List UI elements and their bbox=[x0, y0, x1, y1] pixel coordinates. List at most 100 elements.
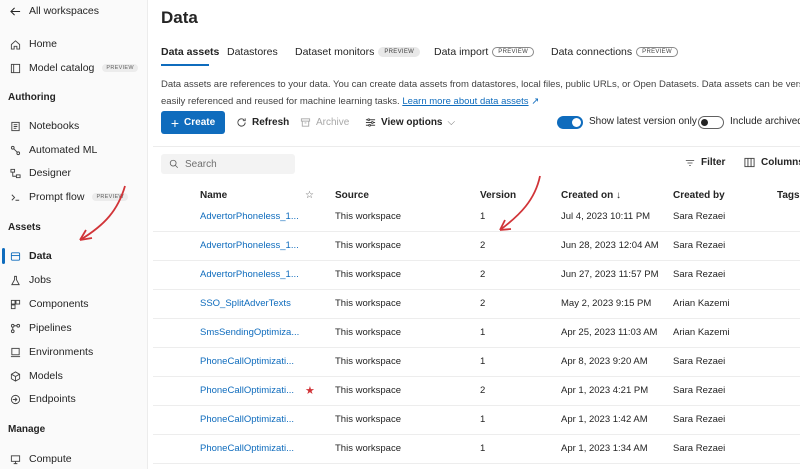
preview-badge: PREVIEW bbox=[636, 47, 678, 57]
sidebar-item-label: Endpoints bbox=[29, 393, 76, 405]
tab-data-assets[interactable]: Data assets bbox=[161, 46, 219, 58]
created-on-cell: May 2, 2023 9:15 PM bbox=[561, 298, 652, 309]
source-cell: This workspace bbox=[335, 356, 401, 367]
sidebar-item-label: Compute bbox=[29, 453, 72, 465]
version-cell: 2 bbox=[480, 240, 486, 251]
tab-label: Dataset monitors bbox=[295, 46, 375, 58]
asset-name-link[interactable]: PhoneCallOptimizati... bbox=[200, 406, 294, 434]
tab-dataset-monitors[interactable]: Dataset monitors PREVIEW bbox=[295, 46, 421, 58]
tab-data-import[interactable]: Data import PREVIEW bbox=[434, 46, 535, 58]
sidebar-item-label: Automated ML bbox=[29, 144, 98, 156]
asset-name-link[interactable]: PhoneCallOptimizati... bbox=[200, 348, 294, 376]
view-options-button[interactable]: View options ⌵ bbox=[365, 111, 455, 134]
source-cell: This workspace bbox=[335, 414, 401, 425]
sidebar-item-label: Notebooks bbox=[29, 120, 80, 132]
section-header-manage: Manage bbox=[8, 424, 46, 435]
sidebar-item-components[interactable]: Components bbox=[10, 295, 89, 313]
column-header-tags[interactable]: Tags bbox=[777, 190, 800, 201]
table-row[interactable]: PhoneCallOptimizati... This workspace 1 Apr… bbox=[153, 435, 800, 464]
sidebar-item-models[interactable]: Models bbox=[10, 367, 63, 385]
columns-button[interactable]: Columns bbox=[744, 157, 800, 168]
sidebar-item-label: Data bbox=[29, 250, 52, 262]
created-by-cell: Arian Kazemi bbox=[673, 327, 730, 338]
options-icon bbox=[365, 118, 376, 127]
column-header-created-by[interactable]: Created by bbox=[673, 190, 725, 201]
tab-label: Data import bbox=[434, 46, 489, 58]
catalog-icon bbox=[10, 63, 21, 73]
archive-button[interactable]: Archive bbox=[300, 111, 349, 134]
tab-datastores[interactable]: Datastores bbox=[227, 46, 278, 58]
sidebar-item-label: Environments bbox=[29, 346, 94, 358]
table-row[interactable]: AdvertorPhoneless_1... This workspace 1 Jul… bbox=[153, 203, 800, 232]
sidebar-item-endpoints[interactable]: Endpoints bbox=[10, 390, 76, 408]
favorite-star-icon[interactable]: ★ bbox=[305, 377, 315, 405]
column-header-version[interactable]: Version bbox=[480, 190, 516, 201]
sidebar-item-label: Home bbox=[29, 38, 58, 50]
preview-badge: PREVIEW bbox=[102, 64, 138, 72]
created-on-cell: Apr 1, 2023 1:42 AM bbox=[561, 414, 648, 425]
refresh-icon bbox=[237, 118, 246, 127]
table-row[interactable]: PhoneCallOptimizati... This workspace 1 Apr… bbox=[153, 348, 800, 377]
sidebar-item-label: Designer bbox=[29, 167, 72, 179]
toolbar: + Create Refresh Archive View options ⌵ … bbox=[161, 111, 800, 135]
sidebar-item-label: Model catalog bbox=[29, 62, 95, 74]
table-row[interactable]: PhoneCallOptimizati... This workspace 2 Apr… bbox=[153, 377, 800, 406]
sidebar-item-notebooks[interactable]: Notebooks bbox=[10, 117, 79, 135]
refresh-button[interactable]: Refresh bbox=[236, 111, 289, 134]
table-row[interactable]: SSO_SplitAdverTexts This workspace 2 May 2,… bbox=[153, 290, 800, 319]
columns-icon bbox=[744, 157, 755, 168]
sidebar-item-model-catalog[interactable]: Model catalog PREVIEW bbox=[10, 59, 138, 77]
refresh-label: Refresh bbox=[252, 117, 290, 128]
asset-name-link[interactable]: SSO_SplitAdverTexts bbox=[200, 290, 291, 318]
asset-name-link[interactable]: PhoneCallOptimizati... bbox=[200, 435, 294, 463]
sidebar-item-label: Prompt flow bbox=[29, 191, 85, 203]
sidebar-item-pipelines[interactable]: Pipelines bbox=[10, 319, 72, 337]
asset-name-link[interactable]: AdvertorPhoneless_1... bbox=[200, 261, 299, 289]
sidebar-item-environments[interactable]: Environments bbox=[10, 343, 93, 361]
asset-name-link[interactable]: PhoneCallOptimizati... bbox=[200, 377, 294, 405]
sidebar-item-data[interactable]: Data bbox=[10, 247, 52, 265]
sidebar-item-automated-ml[interactable]: Automated ML bbox=[10, 141, 97, 159]
tab-label: Datastores bbox=[227, 46, 278, 58]
asset-name-link[interactable]: SmsSendingOptimiza... bbox=[200, 319, 299, 347]
sidebar-item-compute[interactable]: Compute bbox=[10, 450, 72, 468]
filter-button[interactable]: Filter bbox=[685, 157, 725, 168]
sidebar-item-label: Jobs bbox=[29, 274, 52, 286]
column-header-source[interactable]: Source bbox=[335, 190, 369, 201]
back-all-workspaces[interactable]: All workspaces bbox=[10, 2, 99, 20]
version-cell: 2 bbox=[480, 269, 486, 280]
section-header-authoring: Authoring bbox=[8, 92, 56, 103]
sidebar-item-label: Models bbox=[29, 370, 63, 382]
source-cell: This workspace bbox=[335, 240, 401, 251]
show-latest-toggle[interactable] bbox=[557, 116, 583, 129]
tab-data-connections[interactable]: Data connections PREVIEW bbox=[551, 46, 678, 58]
column-header-name[interactable]: Name bbox=[200, 190, 227, 201]
version-cell: 2 bbox=[480, 298, 486, 309]
components-icon bbox=[10, 299, 21, 309]
created-on-cell: Apr 8, 2023 9:20 AM bbox=[561, 356, 648, 367]
search-input[interactable]: Search bbox=[161, 154, 295, 174]
table-row[interactable]: PhoneCallOptimizati... This workspace 1 Apr… bbox=[153, 406, 800, 435]
created-by-cell: Sara Rezaei bbox=[673, 240, 726, 251]
asset-name-link[interactable]: AdvertorPhoneless_1... bbox=[200, 203, 299, 231]
learn-more-link[interactable]: Learn more about data assets bbox=[402, 96, 528, 107]
table-row[interactable]: AdvertorPhoneless_1... This workspace 2 Jun… bbox=[153, 232, 800, 261]
sidebar-item-jobs[interactable]: Jobs bbox=[10, 271, 51, 289]
column-header-created-on[interactable]: Created on ↓ bbox=[561, 190, 621, 201]
search-placeholder: Search bbox=[185, 158, 217, 170]
created-on-cell: Jun 27, 2023 11:57 PM bbox=[561, 269, 659, 280]
sidebar-item-home[interactable]: Home bbox=[10, 35, 57, 53]
sidebar-item-prompt-flow[interactable]: Prompt flow PREVIEW bbox=[10, 188, 128, 206]
create-button[interactable]: + Create bbox=[161, 111, 225, 134]
favorite-column-star-icon[interactable]: ☆ bbox=[305, 190, 314, 201]
created-by-cell: Sara Rezaei bbox=[673, 443, 726, 454]
sidebar-item-designer[interactable]: Designer bbox=[10, 164, 71, 182]
include-archived-toggle[interactable] bbox=[698, 116, 724, 129]
table-row[interactable]: SmsSendingOptimiza... This workspace 1 Apr … bbox=[153, 319, 800, 348]
environment-icon bbox=[10, 347, 21, 357]
active-indicator bbox=[2, 248, 5, 264]
created-by-cell: Sara Rezaei bbox=[673, 414, 726, 425]
version-cell: 1 bbox=[480, 211, 486, 222]
table-row[interactable]: AdvertorPhoneless_1... This workspace 2 Jun… bbox=[153, 261, 800, 290]
asset-name-link[interactable]: AdvertorPhoneless_1... bbox=[200, 232, 299, 260]
